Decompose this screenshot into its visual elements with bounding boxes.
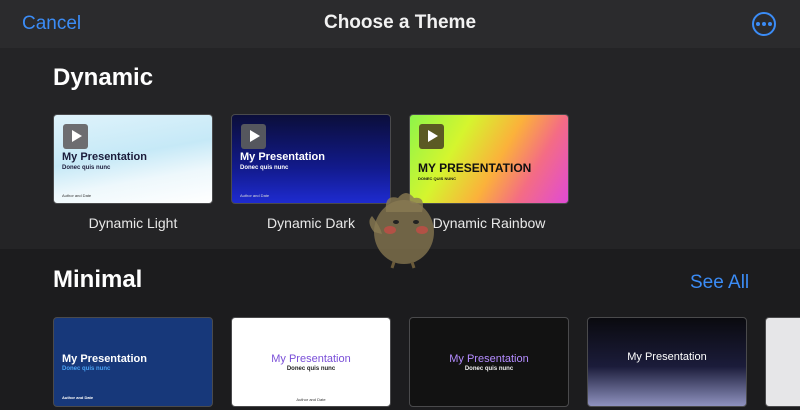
slide-subtitle: Donec quis nunc	[62, 366, 111, 372]
slide-title: My Presentation	[271, 353, 351, 365]
play-icon	[241, 124, 266, 149]
slide-title: My Presentation	[62, 353, 147, 365]
slide-title: My Presentation	[240, 151, 325, 163]
theme-thumbnail-minimal-4[interactable]: My Presentation	[587, 317, 747, 407]
bird-mascot-icon	[369, 193, 434, 269]
ellipsis-dot	[762, 22, 766, 26]
slide-subtitle: Donec quis nunc	[286, 366, 336, 372]
theme-thumbnail-minimal-5[interactable]	[765, 317, 800, 407]
play-icon	[63, 124, 88, 149]
slide-author: Author and Date	[62, 395, 94, 400]
ellipsis-dot	[768, 22, 772, 26]
slide-subtitle: Donec quis nunc	[62, 165, 111, 171]
slide-subtitle: Donec quis nunc	[240, 165, 289, 171]
section-title-dynamic: Dynamic	[53, 64, 154, 91]
navigation-bar: Cancel Choose a Theme	[0, 0, 800, 48]
slide-subtitle: DONEC QUIS NUNC	[418, 176, 457, 181]
ellipsis-dot	[756, 22, 760, 26]
theme-thumbnail-minimal-1[interactable]: My Presentation Donec quis nunc Author a…	[53, 317, 213, 407]
slide-subtitle: Donec quis nunc	[464, 366, 514, 372]
slide-author: Author and Date	[62, 193, 92, 198]
slide-title: MY PRESENTATION	[418, 161, 532, 175]
slide-author: Author and Date	[240, 193, 270, 198]
theme-thumbnail-minimal-3[interactable]: My Presentation Donec quis nunc	[409, 317, 569, 407]
slide-title: My Presentation	[449, 353, 529, 365]
see-all-link[interactable]: See All	[690, 272, 749, 294]
theme-name: Dynamic Light	[88, 215, 178, 231]
theme-thumbnail-dynamic-light[interactable]: My Presentation Donec quis nunc Author a…	[53, 114, 213, 204]
slide-title: My Presentation	[627, 351, 707, 363]
slide-title: My Presentation	[62, 151, 147, 163]
play-icon	[419, 124, 444, 149]
slide-author: Author and Date	[296, 397, 326, 402]
theme-thumbnail-minimal-2[interactable]: My Presentation Donec quis nunc Author a…	[231, 317, 391, 407]
section-title-minimal: Minimal	[53, 266, 143, 293]
page-title: Choose a Theme	[323, 12, 477, 33]
ellipsis-circle-icon[interactable]	[752, 12, 776, 36]
